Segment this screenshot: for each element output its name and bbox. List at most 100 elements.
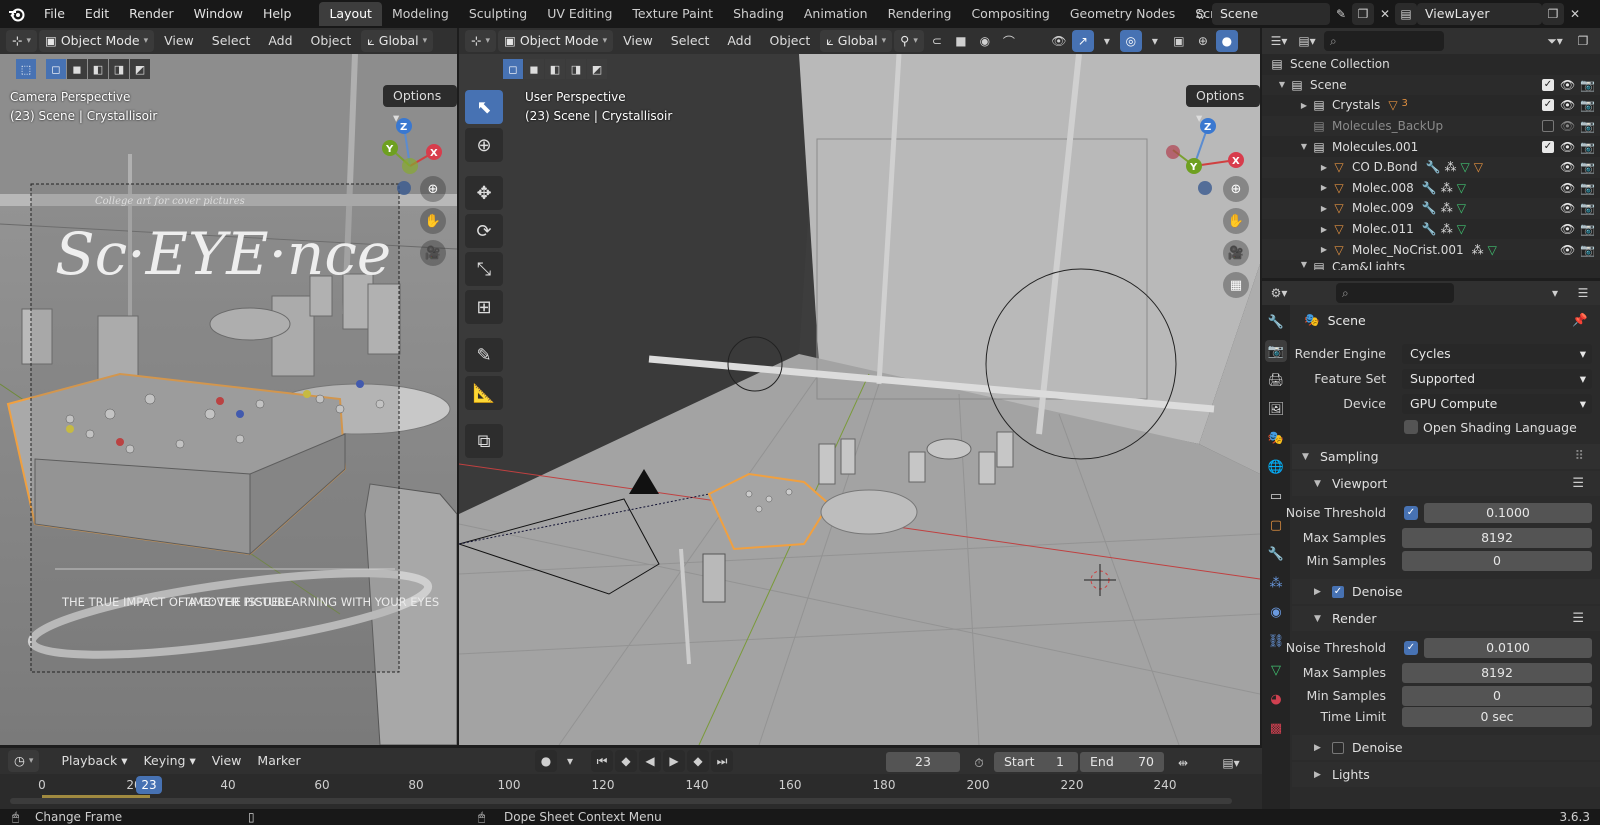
output-tab-icon[interactable]: 🖨 — [1265, 369, 1287, 391]
gizmo-x-label-right[interactable]: X — [1232, 156, 1240, 167]
play-icon[interactable]: ▶ — [663, 750, 685, 772]
menu-file[interactable]: File — [34, 0, 75, 28]
viewport-denoise-checkbox[interactable]: ✓ — [1332, 585, 1344, 598]
new-scene-icon[interactable]: ❐ — [1352, 3, 1374, 25]
view-layer-icon[interactable]: ▤ — [1395, 3, 1417, 25]
editor-type-dropdown-right[interactable]: ⊹ ▾ — [465, 30, 497, 52]
collection-tab-icon[interactable]: ▭ — [1265, 485, 1287, 507]
viewport-max-samples-field[interactable]: 8192 — [1402, 527, 1592, 548]
tab-layout[interactable]: Layout — [319, 2, 382, 26]
timeline-editor-type-icon[interactable]: ◷ ▾ — [8, 750, 40, 772]
playback-menu[interactable]: Playback ▾ — [53, 750, 135, 772]
blender-logo-icon[interactable] — [0, 0, 34, 28]
add-menu-right[interactable]: Add — [719, 30, 759, 52]
select-menu-right[interactable]: Select — [663, 30, 718, 52]
orientation-dropdown[interactable]: ⟀ Global ▾ — [361, 30, 434, 52]
timeline-ruler[interactable]: 0 20 40 60 80 100 120 140 160 180 200 22… — [0, 774, 1262, 798]
gizmo-z-label-right[interactable]: Z — [1204, 122, 1211, 133]
expand-icon[interactable]: ▶ — [1318, 204, 1330, 213]
start-frame-field[interactable]: Start 1 — [994, 752, 1078, 772]
expand-icon[interactable]: ▶ — [1318, 225, 1330, 234]
sampling-panel-header[interactable]: ▼ Sampling ⠿ — [1292, 444, 1600, 469]
tab-rendering[interactable]: Rendering — [878, 2, 962, 26]
select-invert-icon[interactable]: ◨ — [109, 59, 129, 79]
select-intersect-icon[interactable]: ◩ — [130, 59, 150, 79]
scene-icon[interactable]: ⛭ — [1190, 3, 1212, 25]
camera-viewport-canvas[interactable]: College art for cover pictures Sc·EYE·nc… — [0, 54, 457, 745]
keying-menu[interactable]: Keying ▾ — [135, 750, 203, 772]
overlay-dropdown-icon[interactable]: ▾ — [1144, 30, 1166, 52]
eye-icon[interactable]: 👁 — [1560, 98, 1575, 112]
view-menu-right[interactable]: View — [615, 30, 661, 52]
render-noise-checkbox[interactable]: ✓ — [1404, 640, 1418, 655]
outliner-row-molec-011[interactable]: ▶ ▽ Molec.011 🔧 ⁂ ▽ 👁 📷 — [1262, 219, 1600, 240]
feature-set-dropdown[interactable]: Supported ▾ — [1402, 368, 1592, 389]
jump-start-icon[interactable]: ⏮ — [591, 750, 613, 772]
left-options-button[interactable]: Options ▾ — [383, 85, 457, 125]
expand-icon[interactable]: ▼ — [1298, 142, 1310, 151]
include-checkbox[interactable]: ✓ — [1542, 140, 1554, 153]
record-icon[interactable]: ● — [535, 750, 557, 772]
select-extend-icon-right[interactable]: ◼ — [524, 59, 544, 79]
viewport-min-samples-field[interactable]: 0 — [1402, 550, 1592, 571]
select-new-icon-right[interactable]: ◻ — [503, 59, 523, 79]
modifier-tab-icon[interactable]: 🔧 — [1265, 543, 1287, 565]
outliner-row-scene[interactable]: ▼ ▤ Scene ✓ 👁 📷 — [1262, 74, 1600, 96]
pin-icon[interactable]: 📌 — [1572, 312, 1588, 328]
view-layer-field[interactable]: ViewLayer — [1417, 3, 1542, 25]
user-viewport-canvas[interactable]: Z X Y — [459, 54, 1260, 745]
playhead[interactable]: 23 — [136, 776, 162, 794]
marker-menu[interactable]: Marker — [249, 750, 308, 772]
viewport-noise-checkbox[interactable]: ✓ — [1404, 505, 1418, 520]
render-min-samples-field[interactable]: 0 — [1402, 685, 1592, 706]
zoom-icon-right[interactable]: ⊕ — [1223, 176, 1249, 202]
properties-editor-type-icon[interactable]: ⚙▾ — [1268, 282, 1290, 304]
object-tab-icon[interactable]: ▢ — [1265, 514, 1287, 536]
outliner-row-molec-008[interactable]: ▶ ▽ Molec.008 🔧 ⁂ ▽ 👁 📷 — [1262, 178, 1600, 199]
pan-hand-icon-right[interactable]: ✋ — [1223, 208, 1249, 234]
particles-tab-icon[interactable]: ⁂ — [1265, 572, 1287, 594]
add-menu[interactable]: Add — [260, 30, 300, 52]
camera-view-icon-right[interactable]: 🎥 — [1223, 240, 1249, 266]
render-camera-icon[interactable]: 📷 — [1580, 119, 1595, 133]
select-menu[interactable]: Select — [204, 30, 259, 52]
render-camera-icon[interactable]: 📷 — [1580, 201, 1595, 215]
user-viewport[interactable]: ⊹ ▾ ▣ Object Mode ▾ View Select Add Object … — [459, 28, 1260, 745]
outliner-row-molec-009[interactable]: ▶ ▽ Molec.009 🔧 ⁂ ▽ 👁 📷 — [1262, 198, 1600, 219]
viewport-denoise-header[interactable]: ▶ ✓ Denoise — [1292, 579, 1600, 604]
visibility-icon[interactable]: 👁 — [1048, 30, 1070, 52]
render-noise-field[interactable]: 0.0100 — [1424, 637, 1592, 658]
new-view-layer-icon[interactable]: ❐ — [1542, 3, 1564, 25]
expand-icon[interactable]: ▼ — [1298, 260, 1310, 269]
stopwatch-icon[interactable]: ⏱ — [968, 752, 990, 774]
tab-compositing[interactable]: Compositing — [961, 2, 1059, 26]
prev-keyframe-icon[interactable]: ◆ — [615, 750, 637, 772]
record-options-icon[interactable]: ▾ — [559, 750, 581, 772]
rotate-tool-icon[interactable]: ⟳ — [465, 214, 503, 248]
outliner-search-input[interactable]: ⌕ — [1324, 31, 1444, 51]
osl-checkbox[interactable] — [1404, 420, 1418, 434]
presets-list-icon[interactable]: ☰ — [1572, 476, 1584, 491]
tab-modeling[interactable]: Modeling — [382, 2, 459, 26]
select-subtract-icon[interactable]: ◧ — [88, 59, 108, 79]
mode-dropdown-right[interactable]: ▣ Object Mode ▾ — [498, 30, 614, 52]
tab-uv-editing[interactable]: UV Editing — [537, 2, 622, 26]
select-invert-icon-right[interactable]: ◨ — [566, 59, 586, 79]
overlay-toggle-icon[interactable]: ◎ — [1119, 30, 1142, 52]
pin-icon[interactable]: ✎ — [1330, 3, 1352, 25]
outliner-row-molec-nocrist[interactable]: ▶ ▽ Molec_NoCrist.001 ⁂ ▽ 👁 📷 — [1262, 239, 1600, 260]
wireframe-shading-icon[interactable]: ⊕ — [1192, 30, 1214, 52]
tab-animation[interactable]: Animation — [794, 2, 878, 26]
view-layer-tab-icon[interactable]: 🖼 — [1265, 398, 1287, 420]
render-camera-icon[interactable]: 📷 — [1580, 98, 1595, 112]
pan-hand-icon[interactable]: ✋ — [420, 208, 446, 234]
solid-shading-icon[interactable]: ● — [1215, 30, 1238, 52]
presets-list-icon[interactable]: ☰ — [1572, 611, 1584, 626]
render-camera-icon[interactable]: 📷 — [1580, 222, 1595, 236]
filter-icon[interactable]: ⏷▾ — [1544, 30, 1566, 52]
eye-icon[interactable]: 👁 — [1560, 140, 1575, 154]
play-reverse-icon[interactable]: ◀ — [639, 750, 661, 772]
display-mode-icon[interactable]: ▤▾ — [1296, 30, 1318, 52]
scale-tool-icon[interactable]: ⤡ — [465, 252, 503, 286]
include-checkbox[interactable]: ✓ — [1542, 78, 1554, 91]
